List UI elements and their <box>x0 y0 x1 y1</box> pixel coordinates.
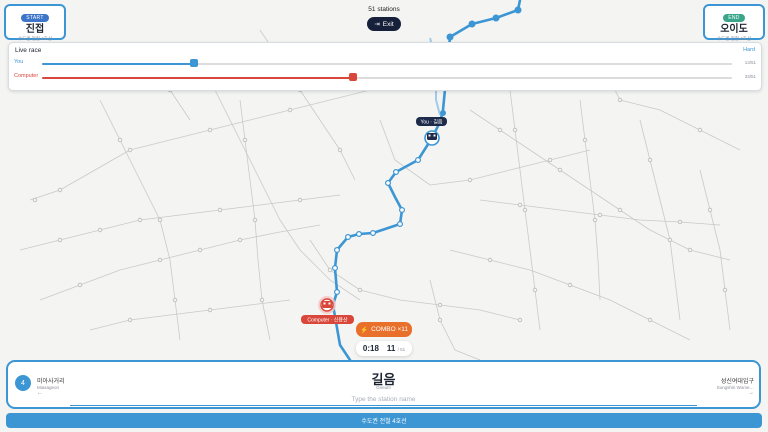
race-label-computer: Computer <box>14 73 39 79</box>
computer-train-icon <box>348 73 357 81</box>
race-count-computer: 33/51 <box>744 74 756 79</box>
exit-button[interactable]: ⇥ Exit <box>367 17 401 31</box>
start-station-card: START 진접 수도권 전철 4호선 <box>4 4 66 41</box>
race-label-you: You <box>14 59 24 65</box>
race-title: Live race <box>15 47 42 54</box>
computer-marker: Computer · 신용산 <box>301 296 354 324</box>
next-station-name: 성신여대입구 <box>720 379 754 385</box>
right-arrow-icon: → <box>748 390 754 396</box>
exit-label: Exit <box>382 20 394 28</box>
next-station: 성신여대입구 Sungshin Wome… → <box>717 376 754 396</box>
race-track-computer <box>42 73 732 81</box>
found-count: 11 <box>386 344 396 353</box>
race-row-computer: Computer 33/51 <box>14 73 756 83</box>
header-center: 51 stations ⇥ Exit <box>354 6 414 31</box>
race-count-you: 13/51 <box>744 60 756 65</box>
end-station-card: END 오이도 수도권 전철 4호선 <box>703 4 765 41</box>
timer-score-box: 0:18 11 / 51 <box>356 341 412 356</box>
left-arrow-icon: ← <box>37 390 43 396</box>
race-row-you: You 13/51 <box>14 59 756 69</box>
line-name: 수도권 전철 4호선 <box>361 419 407 425</box>
you-map-label: You · 길음 <box>420 119 442 126</box>
end-station-name: 오이도 <box>720 24 748 35</box>
station-name-input[interactable] <box>70 393 697 406</box>
combo-label: COMBO ×11 <box>371 326 408 333</box>
answer-panel: 4 미아사거리 Miasageori ← 길음 Gireum 성신여대입구 Su… <box>6 360 761 409</box>
you-train-icon <box>189 59 198 67</box>
combo-badge: ⚡ COMBO ×11 <box>356 322 412 337</box>
computer-map-label: Computer · 신용산 <box>307 317 348 324</box>
total-count: / 51 <box>397 347 406 352</box>
live-race-panel: Live race Hard You 13/51 Computer 33/51 <box>8 42 762 91</box>
difficulty-label: Hard <box>743 47 755 53</box>
end-tag: END <box>723 14 745 22</box>
timer-value: 0:18 <box>362 344 379 353</box>
exit-icon: ⇥ <box>374 21 380 28</box>
race-track-you <box>42 59 732 67</box>
station-count: 51 stations <box>368 6 400 13</box>
start-tag: START <box>21 14 49 22</box>
lightning-icon: ⚡ <box>360 326 369 334</box>
current-station-en: Gireum <box>376 385 391 390</box>
race-progress-you <box>42 63 194 65</box>
you-marker: You · 길음 <box>416 117 447 146</box>
start-station-name: 진접 <box>25 24 45 35</box>
line-name-bar: 수도권 전철 4호선 <box>6 413 762 428</box>
race-progress-computer <box>42 77 353 79</box>
